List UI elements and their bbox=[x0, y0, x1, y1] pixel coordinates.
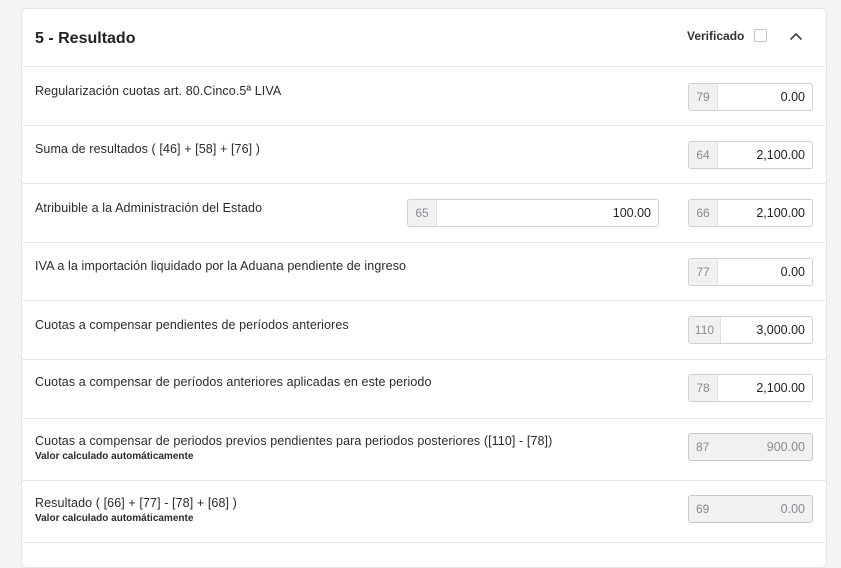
auto-calculated-note: Valor calculado automáticamente bbox=[35, 451, 194, 462]
row-regularizacion-cuotas: Regularización cuotas art. 80.Cinco.5ª L… bbox=[22, 67, 826, 126]
box-87-field: 87 bbox=[688, 433, 813, 461]
box-78-input[interactable] bbox=[718, 375, 812, 401]
section-title: 5 - Resultado bbox=[35, 30, 136, 47]
box-number: 78 bbox=[689, 375, 718, 401]
row-atribuible-administracion: Atribuible a la Administración del Estad… bbox=[22, 184, 826, 243]
box-87-input bbox=[718, 434, 812, 460]
box-65-input[interactable] bbox=[437, 200, 658, 226]
row-label: Cuotas a compensar de periodos previos p… bbox=[35, 434, 553, 448]
row-label: IVA a la importación liquidado por la Ad… bbox=[35, 259, 407, 273]
box-number: 65 bbox=[408, 200, 437, 226]
box-66-input[interactable] bbox=[718, 200, 812, 226]
box-64-input[interactable] bbox=[718, 142, 812, 168]
box-79-input[interactable] bbox=[718, 84, 812, 110]
box-number: 64 bbox=[689, 142, 718, 168]
box-number: 110 bbox=[689, 317, 721, 343]
row-label: Atribuible a la Administración del Estad… bbox=[35, 201, 263, 215]
row-label: Cuotas a compensar de períodos anteriore… bbox=[35, 375, 432, 389]
section-header: 5 - Resultado Verificado bbox=[22, 9, 826, 67]
box-number: 66 bbox=[689, 200, 718, 226]
verified-checkbox[interactable] bbox=[754, 29, 767, 42]
auto-calculated-note: Valor calculado automáticamente bbox=[35, 513, 194, 524]
box-number: 69 bbox=[689, 496, 718, 522]
chevron-up-icon[interactable] bbox=[786, 26, 806, 46]
box-77-input[interactable] bbox=[718, 259, 812, 285]
row-cuotas-pendientes: Cuotas a compensar pendientes de período… bbox=[22, 301, 826, 360]
box-79-field[interactable]: 79 bbox=[688, 83, 813, 111]
row-resultado: Resultado ( [66] + [77] - [78] + [68] ) … bbox=[22, 481, 826, 543]
row-label: Regularización cuotas art. 80.Cinco.5ª L… bbox=[35, 84, 282, 98]
box-number: 77 bbox=[689, 259, 718, 285]
box-110-field[interactable]: 110 bbox=[688, 316, 813, 344]
row-label: Resultado ( [66] + [77] - [78] + [68] ) bbox=[35, 496, 237, 510]
box-110-input[interactable] bbox=[721, 317, 812, 343]
row-suma-resultados: Suma de resultados ( [46] + [58] + [76] … bbox=[22, 126, 826, 184]
row-iva-importacion: IVA a la importación liquidado por la Ad… bbox=[22, 243, 826, 301]
row-cuotas-aplicadas: Cuotas a compensar de períodos anteriore… bbox=[22, 360, 826, 419]
row-label: Suma de resultados ( [46] + [58] + [76] … bbox=[35, 142, 261, 156]
box-65-field[interactable]: 65 bbox=[407, 199, 659, 227]
row-cuotas-posteriores: Cuotas a compensar de periodos previos p… bbox=[22, 419, 826, 481]
box-69-field: 69 bbox=[688, 495, 813, 523]
box-number: 79 bbox=[689, 84, 718, 110]
box-69-input bbox=[718, 496, 812, 522]
row-label: Cuotas a compensar pendientes de período… bbox=[35, 318, 349, 332]
resultado-section-card: 5 - Resultado Verificado Regularización … bbox=[21, 8, 827, 568]
box-66-field[interactable]: 66 bbox=[688, 199, 813, 227]
verified-label: Verificado bbox=[687, 29, 745, 43]
box-number: 87 bbox=[689, 434, 718, 460]
box-77-field[interactable]: 77 bbox=[688, 258, 813, 286]
box-64-field[interactable]: 64 bbox=[688, 141, 813, 169]
box-78-field[interactable]: 78 bbox=[688, 374, 813, 402]
